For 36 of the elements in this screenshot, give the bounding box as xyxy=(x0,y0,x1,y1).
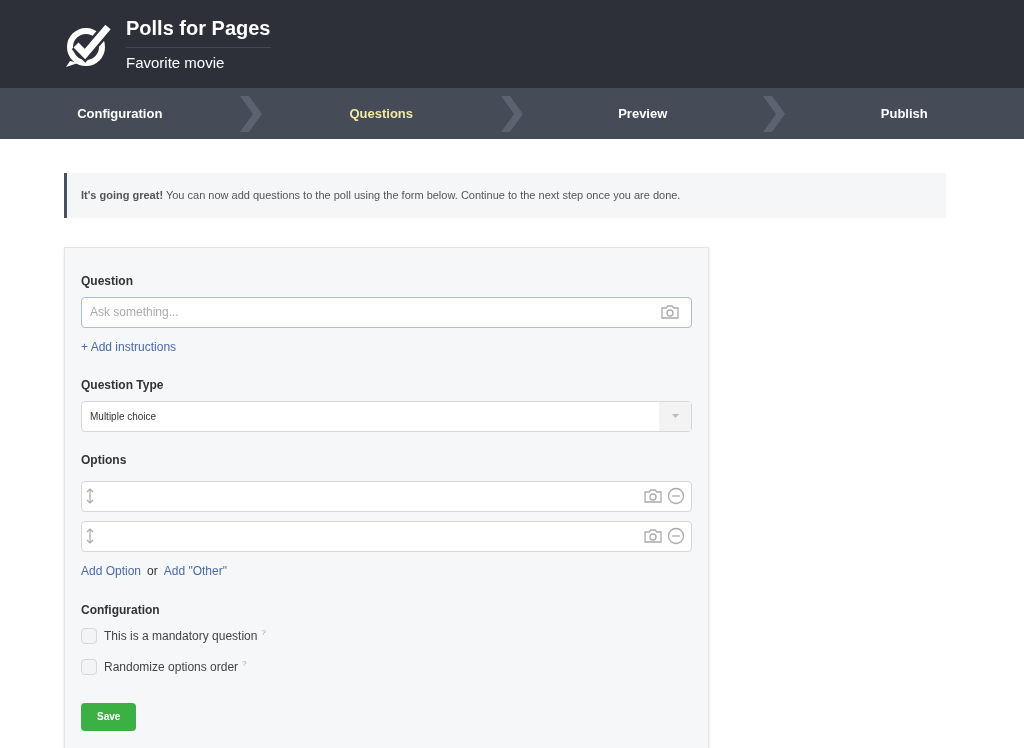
logo-checkmark-icon xyxy=(64,21,114,67)
step-tab[interactable]: Configuration xyxy=(77,103,163,124)
chevron-icon xyxy=(501,95,523,132)
field-label: Question xyxy=(81,272,134,290)
add-other-link[interactable]: Add "Other" xyxy=(163,561,227,580)
drag-handle-icon[interactable] xyxy=(86,488,94,504)
drag-handle-icon[interactable] xyxy=(86,528,94,544)
or-text: or xyxy=(147,562,158,580)
step-tab[interactable]: Questions xyxy=(349,103,414,124)
camera-icon[interactable] xyxy=(660,303,680,320)
question-type-select[interactable]: Multiple choice xyxy=(81,400,692,432)
field-label: Configuration xyxy=(81,601,161,619)
chevron-icon xyxy=(762,95,785,132)
option-field[interactable] xyxy=(81,480,692,512)
add-option-link[interactable]: Add Option xyxy=(81,561,142,580)
option-field[interactable] xyxy=(81,520,692,552)
checkbox[interactable] xyxy=(81,658,97,675)
camera-icon[interactable] xyxy=(643,528,663,544)
checkbox-label: This is a mandatory question xyxy=(104,627,258,645)
poll-name: Favorite movie xyxy=(126,53,226,74)
step-tab[interactable]: Preview xyxy=(618,103,668,124)
checkbox[interactable] xyxy=(81,627,97,644)
remove-icon[interactable] xyxy=(667,527,685,545)
chevron-icon xyxy=(239,95,262,132)
field-label: Question Type xyxy=(81,376,165,394)
camera-icon[interactable] xyxy=(643,488,663,504)
remove-icon[interactable] xyxy=(667,487,685,505)
add-instructions-link[interactable]: + Add instructions xyxy=(81,337,177,356)
field-label: Options xyxy=(81,451,128,469)
notice-banner: It's going great! You can now add questions to the poll using the form below. Continue to the next step once you are done. xyxy=(64,173,946,218)
checkbox-label: Randomize options order xyxy=(104,658,239,676)
save-button[interactable]: Save xyxy=(81,702,137,731)
question-field[interactable]: Ask something... xyxy=(81,296,692,328)
app-title: Polls for Pages xyxy=(126,13,271,49)
caret-icon xyxy=(671,414,679,418)
step-tab[interactable]: Publish xyxy=(880,103,928,124)
